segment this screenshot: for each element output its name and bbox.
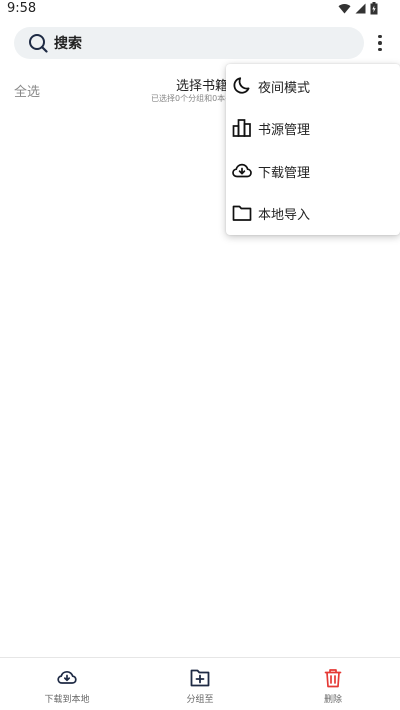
- signal-icon: [355, 3, 366, 14]
- trash-icon: [324, 669, 342, 688]
- download-to-local-button[interactable]: 下载到本地: [32, 658, 102, 710]
- search-icon: [29, 34, 48, 53]
- folder-icon: [232, 205, 252, 221]
- select-all-button[interactable]: 全选: [14, 81, 40, 100]
- bottom-item-label: 下载到本地: [44, 695, 90, 705]
- menu-item-source-manage[interactable]: 书源管理: [226, 107, 400, 149]
- menu-item-label: 夜间模式: [258, 80, 311, 96]
- folder-add-icon: [190, 669, 210, 687]
- menu-item-label: 书源管理: [258, 122, 311, 138]
- status-icons: [338, 2, 378, 15]
- bottom-item-label: 分组至: [186, 695, 214, 705]
- delete-button[interactable]: 删除: [308, 658, 358, 710]
- menu-item-local-import[interactable]: 本地导入: [226, 192, 400, 234]
- selection-title: 选择书籍: [176, 79, 229, 94]
- status-time: 9:58: [7, 1, 37, 16]
- status-bar: 9:58: [0, 0, 400, 18]
- search-input[interactable]: 搜索: [54, 33, 82, 53]
- more-vert-icon[interactable]: [372, 31, 388, 55]
- menu-item-download-manage[interactable]: 下载管理: [226, 150, 400, 192]
- bookshelf-icon: [232, 119, 251, 137]
- bottom-action-bar: 下载到本地 分组至 删除: [0, 657, 400, 710]
- wifi-icon: [338, 4, 351, 14]
- bottom-item-label: 删除: [323, 695, 342, 705]
- menu-item-night-mode[interactable]: 夜间模式: [226, 65, 400, 107]
- overflow-menu: 夜间模式 书源管理 下载管理 本地导入: [226, 64, 400, 235]
- battery-icon: [370, 2, 378, 15]
- search-bar[interactable]: 搜索: [14, 27, 364, 59]
- menu-item-label: 本地导入: [258, 207, 311, 223]
- moon-icon: [233, 77, 250, 94]
- menu-item-label: 下载管理: [258, 165, 311, 181]
- cloud-download-icon: [232, 163, 252, 178]
- cloud-download-icon: [57, 670, 77, 684]
- move-to-group-button[interactable]: 分组至: [170, 658, 230, 710]
